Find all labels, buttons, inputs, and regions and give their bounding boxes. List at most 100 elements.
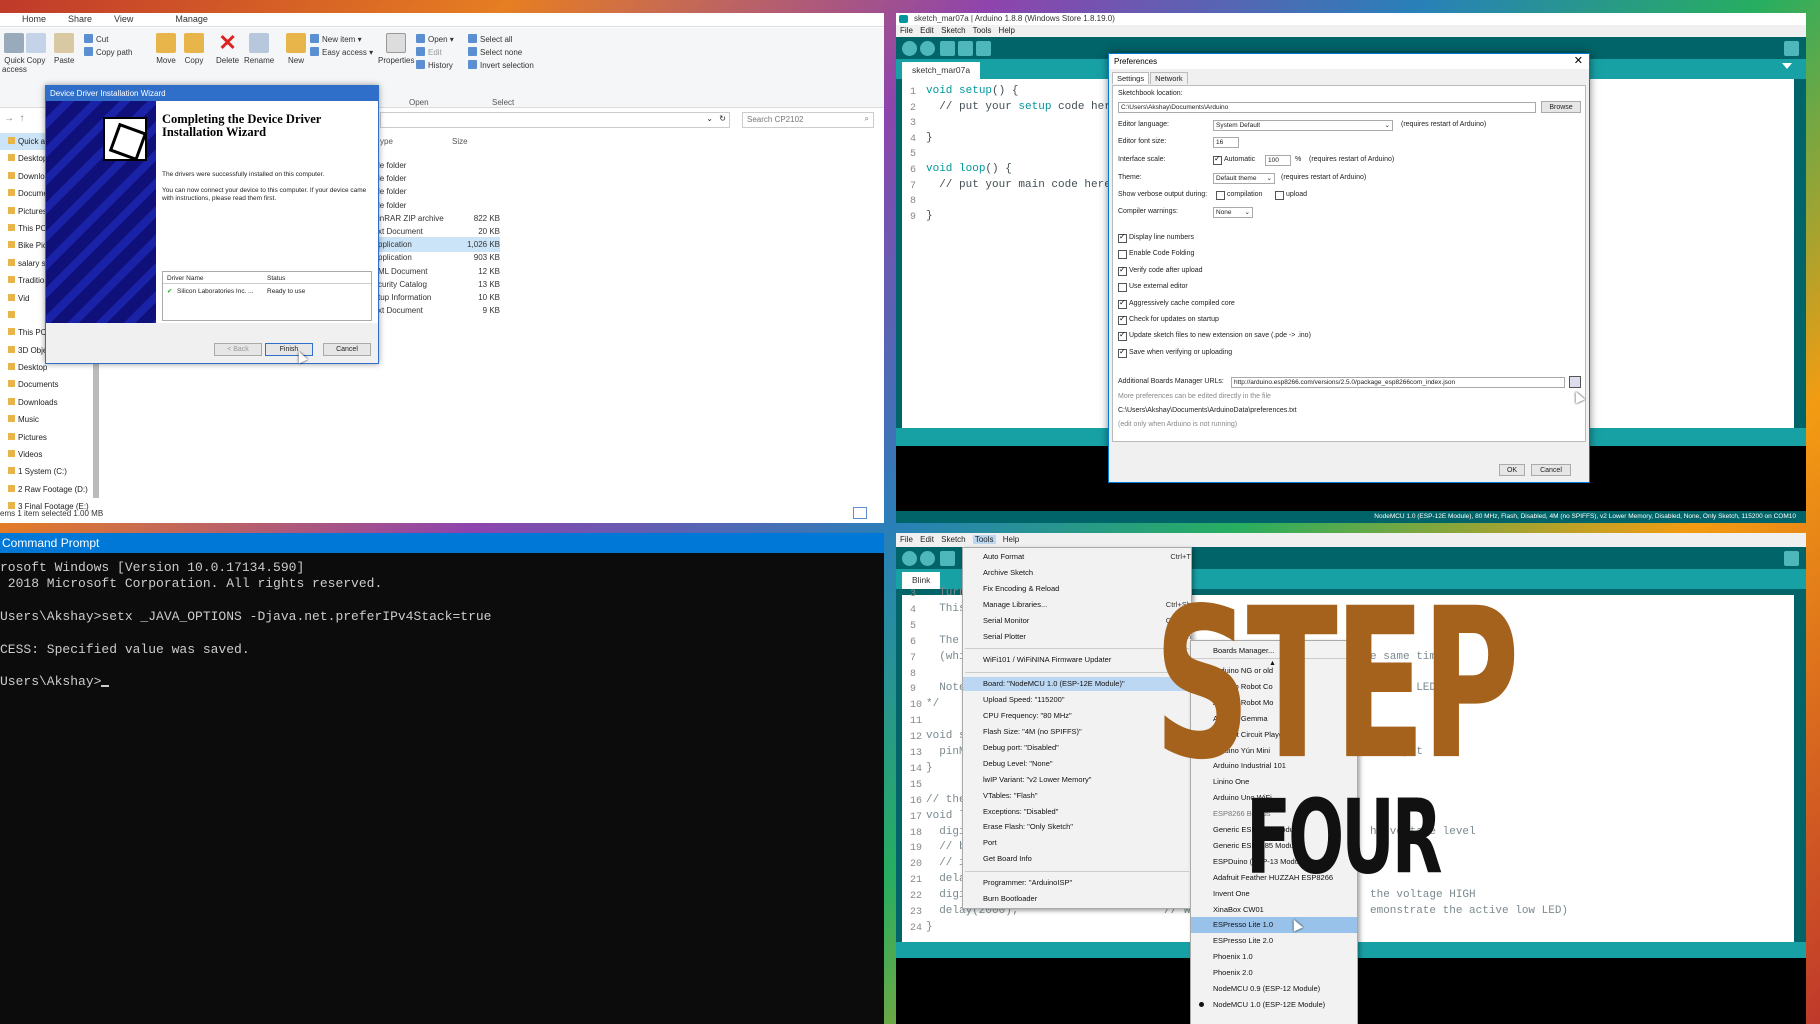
tab-manage[interactable]: Manage [165,13,218,26]
board-item[interactable]: NodeMCU 1.0 (ESP-12E Module) [1191,997,1357,1013]
edit-button[interactable]: Edit [416,47,442,57]
prefs-file-path[interactable]: C:\Users\Akshay\Documents\ArduinoData\pr… [1118,407,1297,414]
menu-help[interactable]: Help [1003,535,1019,544]
tab-menu-icon[interactable] [1782,63,1792,69]
nav-item[interactable]: Documents [0,376,96,393]
board-item[interactable]: ESPresso Lite 2.0 [1191,933,1357,949]
copy-button[interactable]: Copy [26,33,46,65]
theme-select[interactable]: Default theme ⌄ [1213,173,1275,184]
rename-button[interactable]: Rename [244,33,274,65]
language-select[interactable]: System Default ⌄ [1213,120,1393,131]
tab-sketch[interactable]: sketch_mar07a [902,62,981,79]
tab-view[interactable]: View [104,13,143,26]
properties-button[interactable]: Properties [378,33,414,65]
ok-button[interactable]: OK [1499,464,1525,476]
menu-sketch[interactable]: Sketch [941,535,965,544]
serial-monitor-icon[interactable] [1784,551,1799,566]
open-button[interactable]: Open ▾ [416,34,454,44]
url-list-icon[interactable] [1569,376,1581,388]
details-view-icon[interactable] [853,507,867,519]
chevron-down-icon[interactable]: ⌄ [706,114,713,123]
save-sketch-icon[interactable] [976,41,991,56]
sketchbook-input[interactable]: C:\Users\Akshay\Documents\Arduino [1118,102,1536,113]
select-none-button[interactable]: Select none [468,47,522,57]
tools-menu-item[interactable]: Exceptions: "Disabled" [963,805,1191,819]
history-button[interactable]: History [416,60,453,70]
paste-button[interactable]: Paste [54,33,74,65]
tools-menu-item[interactable]: Get Board Info [963,852,1191,866]
copy-to-button[interactable]: Copy [184,33,204,65]
tools-menu-item[interactable]: Programmer: "ArduinoISP" [963,876,1191,890]
cancel-button[interactable]: Cancel [323,343,371,356]
file-row[interactable]: xt Document 9 KB [378,303,500,318]
option-checkbox[interactable]: Use external editor [1118,283,1188,293]
refresh-icon[interactable]: ↻ [719,114,726,123]
nav-item[interactable]: Pictures [0,429,96,446]
font-size-input[interactable]: 16 [1213,137,1239,148]
compilation-checkbox[interactable]: compilation [1216,191,1262,200]
delete-button[interactable]: ✕ Delete [216,32,239,66]
easy-access-button[interactable]: Easy access ▾ [310,47,373,57]
board-item[interactable]: XinaBox CW01 [1191,902,1357,918]
option-checkbox[interactable]: Aggressively cache compiled core [1118,298,1235,309]
tab-share[interactable]: Share [58,13,102,26]
board-item[interactable]: NodeMCU 0.9 (ESP-12 Module) [1191,981,1357,997]
option-checkbox[interactable]: Check for updates on startup [1118,314,1219,325]
tab-network[interactable]: Network [1150,72,1188,84]
address-bar[interactable]: ⌄ ↻ [380,112,730,128]
select-all-button[interactable]: Select all [468,34,512,44]
upload-checkbox[interactable]: upload [1275,191,1307,200]
option-checkbox[interactable]: Enable Code Folding [1118,250,1194,260]
nav-item[interactable]: Music [0,411,96,428]
cancel-button[interactable]: Cancel [1531,464,1571,476]
upload-icon[interactable] [920,551,935,566]
tools-menu-item[interactable]: Burn Bootloader [963,892,1191,906]
board-item[interactable]: ESPresso Lite 1.0 [1191,917,1357,934]
cut-button[interactable]: Cut [84,34,108,44]
boards-urls-input[interactable]: http://arduino.esp8266.com/versions/2.5.… [1231,377,1565,388]
serial-monitor-icon[interactable] [1784,41,1799,56]
tools-menu-item[interactable]: Erase Flash: "Only Sketch" [963,820,1191,834]
board-item[interactable]: Phoenix 2.0 [1191,965,1357,981]
open-sketch-icon[interactable] [958,41,973,56]
nav-item[interactable]: Downloads [0,394,96,411]
back-button[interactable]: < Back [214,343,262,356]
pin-quick-access-button[interactable]: Quick access [2,33,27,74]
menu-edit[interactable]: Edit [920,535,934,544]
option-checkbox[interactable]: Display line numbers [1118,232,1194,243]
tools-menu-item[interactable]: Auto Format Ctrl+T [963,550,1191,564]
nav-item[interactable]: 2 Raw Footage (D:) [0,481,96,498]
back-arrow-icon[interactable]: → ↑ [4,113,25,124]
new-sketch-icon[interactable] [940,551,955,566]
arduino-menu-bar[interactable]: File Edit Sketch Tools Help [896,25,1806,37]
close-icon[interactable]: ✕ [1574,54,1583,69]
col-size[interactable]: Size [452,137,492,146]
board-item[interactable]: Phoenix 1.0 [1191,949,1357,965]
verify-icon[interactable] [902,41,917,56]
menu-file[interactable]: File [900,535,913,544]
nav-scrollbar[interactable] [93,358,99,498]
nav-item[interactable]: 1 System (C:) [0,463,96,480]
automatic-checkbox[interactable]: Automatic [1213,154,1255,165]
option-checkbox[interactable]: Save when verifying or uploading [1118,347,1232,358]
upload-icon[interactable] [920,41,935,56]
menu-tools[interactable]: Tools [972,535,996,544]
browse-button[interactable]: Browse [1541,101,1581,113]
option-checkbox[interactable]: Update sketch files to new extension on … [1118,330,1311,342]
col-type[interactable]: ype [380,137,393,146]
nav-item[interactable]: Videos [0,446,96,463]
option-checkbox[interactable]: Verify code after upload [1118,265,1203,276]
new-item-button[interactable]: New item ▾ [310,34,362,44]
verify-icon[interactable] [902,551,917,566]
search-input[interactable]: Search CP2102 ⌕ [742,112,874,128]
warnings-select[interactable]: None ⌄ [1213,207,1253,218]
invert-selection-button[interactable]: Invert selection [468,60,534,70]
tools-menu-item[interactable]: Port [963,836,1191,850]
move-to-button[interactable]: Move [156,33,176,65]
new-folder-button[interactable]: New [286,33,306,65]
tab-home[interactable]: Home [12,13,56,26]
copy-path-button[interactable]: Copy path [84,47,132,57]
scale-input[interactable]: 100 [1265,155,1291,166]
tab-settings[interactable]: Settings [1112,72,1150,84]
new-sketch-icon[interactable] [940,41,955,56]
